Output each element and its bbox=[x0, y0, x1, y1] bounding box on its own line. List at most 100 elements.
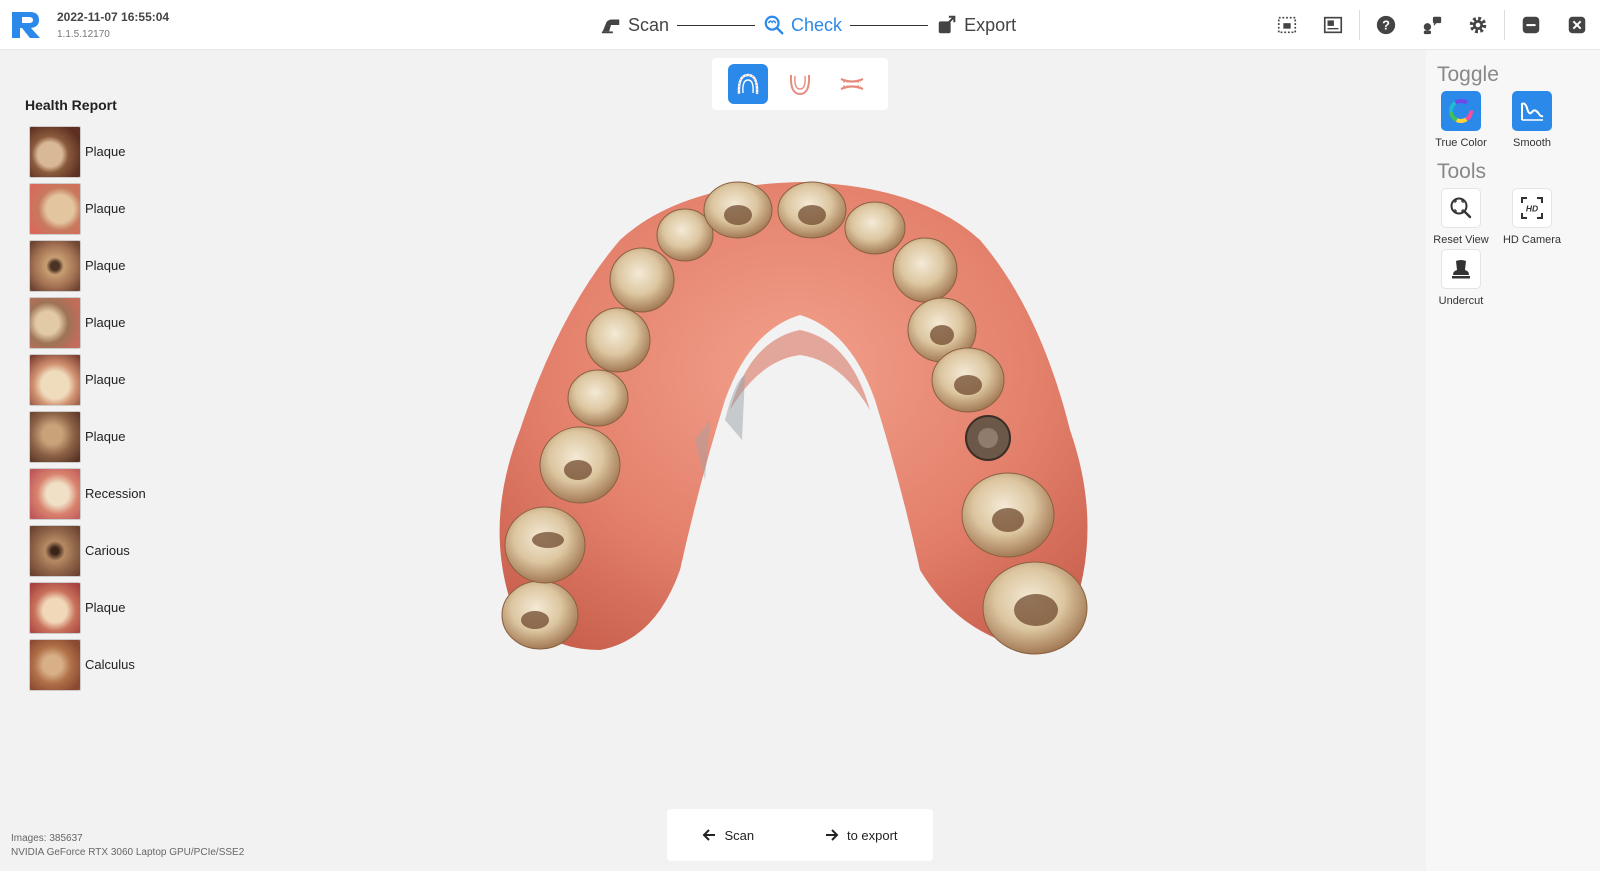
health-report-item[interactable]: Plaque bbox=[29, 180, 146, 237]
jaw-view-selector bbox=[712, 58, 888, 110]
next-label: to export bbox=[846, 827, 898, 843]
step-export[interactable]: Export bbox=[936, 14, 1016, 36]
step-check-label: Check bbox=[791, 14, 843, 35]
hd-camera-button[interactable]: HD bbox=[1512, 188, 1552, 228]
health-report-item[interactable]: Plaque bbox=[29, 294, 146, 351]
screenshot-icon bbox=[1277, 16, 1297, 34]
app-meta: 2022-11-07 16:55:04 1.1.5.12170 bbox=[57, 10, 169, 40]
app-version: 1.1.5.12170 bbox=[57, 29, 110, 40]
remote-support-icon bbox=[1423, 16, 1442, 35]
finding-label: Plaque bbox=[85, 315, 126, 330]
export-icon bbox=[938, 15, 956, 34]
help-icon: ? bbox=[1376, 15, 1396, 35]
finding-thumbnail bbox=[29, 467, 81, 520]
health-report-item[interactable]: Plaque bbox=[29, 408, 146, 465]
reset-view-button[interactable] bbox=[1441, 188, 1481, 228]
finding-label: Plaque bbox=[85, 144, 126, 159]
finding-label: Calculus bbox=[85, 657, 135, 672]
gpu-info: NVIDIA GeForce RTX 3060 Laptop GPU/PCIe/… bbox=[11, 847, 245, 858]
health-report-list: Plaque Plaque Plaque Plaque Plaque Plaqu… bbox=[29, 123, 146, 693]
gallery-icon bbox=[1323, 16, 1343, 34]
lower-jaw-view-button[interactable] bbox=[780, 64, 820, 104]
close-icon bbox=[1568, 16, 1586, 34]
undercut-tool[interactable]: Undercut bbox=[1426, 249, 1496, 307]
to-export-button[interactable]: to export bbox=[825, 828, 898, 843]
health-report-item[interactable]: Recession bbox=[29, 465, 146, 522]
finding-thumbnail bbox=[29, 296, 81, 349]
finding-label: Recession bbox=[85, 486, 146, 501]
finding-label: Plaque bbox=[85, 201, 126, 216]
session-datetime: 2022-11-07 16:55:04 bbox=[57, 10, 170, 24]
status-info: Images: 385637 NVIDIA GeForce RTX 3060 L… bbox=[11, 832, 244, 860]
finding-thumbnail bbox=[29, 239, 81, 292]
health-report-item[interactable]: Plaque bbox=[29, 579, 146, 636]
window-controls: ? bbox=[1264, 0, 1600, 50]
scanner-icon bbox=[601, 19, 620, 34]
undercut-button[interactable] bbox=[1441, 249, 1481, 289]
help-button[interactable]: ? bbox=[1363, 0, 1409, 50]
step-scan[interactable]: Scan bbox=[600, 14, 669, 36]
reset-view-label: Reset View bbox=[1433, 234, 1489, 246]
top-bar: 2022-11-07 16:55:04 1.1.5.12170 Scan Che… bbox=[0, 0, 1600, 50]
bite-icon bbox=[840, 77, 864, 91]
workflow-steps: Scan Check Export bbox=[600, 0, 1016, 50]
close-button[interactable] bbox=[1554, 0, 1600, 50]
image-count: Images: 385637 bbox=[11, 833, 83, 844]
smooth-toggle[interactable]: Smooth bbox=[1497, 91, 1567, 149]
true-color-label: True Color bbox=[1435, 137, 1487, 149]
hd-camera-label: HD Camera bbox=[1502, 234, 1562, 246]
minimize-icon bbox=[1522, 16, 1540, 34]
health-report-item[interactable]: Calculus bbox=[29, 636, 146, 693]
upper-jaw-view-button[interactable] bbox=[728, 64, 768, 104]
health-report-item[interactable]: Plaque bbox=[29, 123, 146, 180]
step-export-label: Export bbox=[964, 14, 1017, 35]
step-connector bbox=[850, 24, 929, 26]
finding-label: Carious bbox=[85, 543, 130, 558]
upper-jaw-icon bbox=[737, 73, 759, 95]
step-scan-label: Scan bbox=[628, 14, 670, 35]
back-label: Scan bbox=[724, 827, 755, 843]
remote-support-button[interactable] bbox=[1409, 0, 1455, 50]
hd-camera-icon: HD bbox=[1521, 197, 1543, 219]
settings-button[interactable] bbox=[1455, 0, 1501, 50]
divider bbox=[1359, 10, 1360, 40]
health-report-item[interactable]: Plaque bbox=[29, 237, 146, 294]
minimize-button[interactable] bbox=[1508, 0, 1554, 50]
bottom-navigation: Scan to export bbox=[667, 809, 933, 861]
smooth-button[interactable] bbox=[1512, 91, 1552, 131]
finding-label: Plaque bbox=[85, 600, 126, 615]
zoom-reset-icon bbox=[1450, 197, 1472, 219]
tools-section-title: Tools bbox=[1437, 160, 1487, 183]
toggle-section-title: Toggle bbox=[1437, 63, 1499, 86]
svg-text:?: ? bbox=[1382, 18, 1390, 33]
gallery-button[interactable] bbox=[1310, 0, 1356, 50]
divider bbox=[1504, 10, 1505, 40]
lower-jaw-icon bbox=[789, 74, 811, 96]
dental-3d-model[interactable] bbox=[480, 180, 1120, 690]
svg-text:HD: HD bbox=[1526, 204, 1538, 214]
health-report-item[interactable]: Carious bbox=[29, 522, 146, 579]
hd-camera-tool[interactable]: HD HD Camera bbox=[1497, 188, 1567, 246]
health-report-title: Health Report bbox=[25, 97, 117, 113]
health-report-item[interactable]: Plaque bbox=[29, 351, 146, 408]
reset-view-tool[interactable]: Reset View bbox=[1426, 188, 1496, 246]
finding-thumbnail bbox=[29, 353, 81, 406]
smooth-curve-icon bbox=[1521, 102, 1544, 121]
true-color-button[interactable] bbox=[1441, 91, 1481, 131]
magnifier-check-icon bbox=[764, 15, 784, 35]
finding-thumbnail bbox=[29, 410, 81, 463]
finding-label: Plaque bbox=[85, 372, 126, 387]
color-wheel-icon bbox=[1449, 99, 1473, 123]
undercut-label: Undercut bbox=[1438, 295, 1484, 307]
screenshot-button[interactable] bbox=[1264, 0, 1310, 50]
back-to-scan-button[interactable]: Scan bbox=[702, 828, 754, 843]
app-logo bbox=[12, 12, 40, 38]
right-panel: Toggle True Color Smooth Tools Reset Vie… bbox=[1426, 50, 1600, 871]
finding-label: Plaque bbox=[85, 258, 126, 273]
step-check[interactable]: Check bbox=[763, 14, 842, 36]
true-color-toggle[interactable]: True Color bbox=[1426, 91, 1496, 149]
smooth-label: Smooth bbox=[1513, 137, 1551, 149]
finding-thumbnail bbox=[29, 581, 81, 634]
bite-view-button[interactable] bbox=[832, 64, 872, 104]
finding-thumbnail bbox=[29, 524, 81, 577]
